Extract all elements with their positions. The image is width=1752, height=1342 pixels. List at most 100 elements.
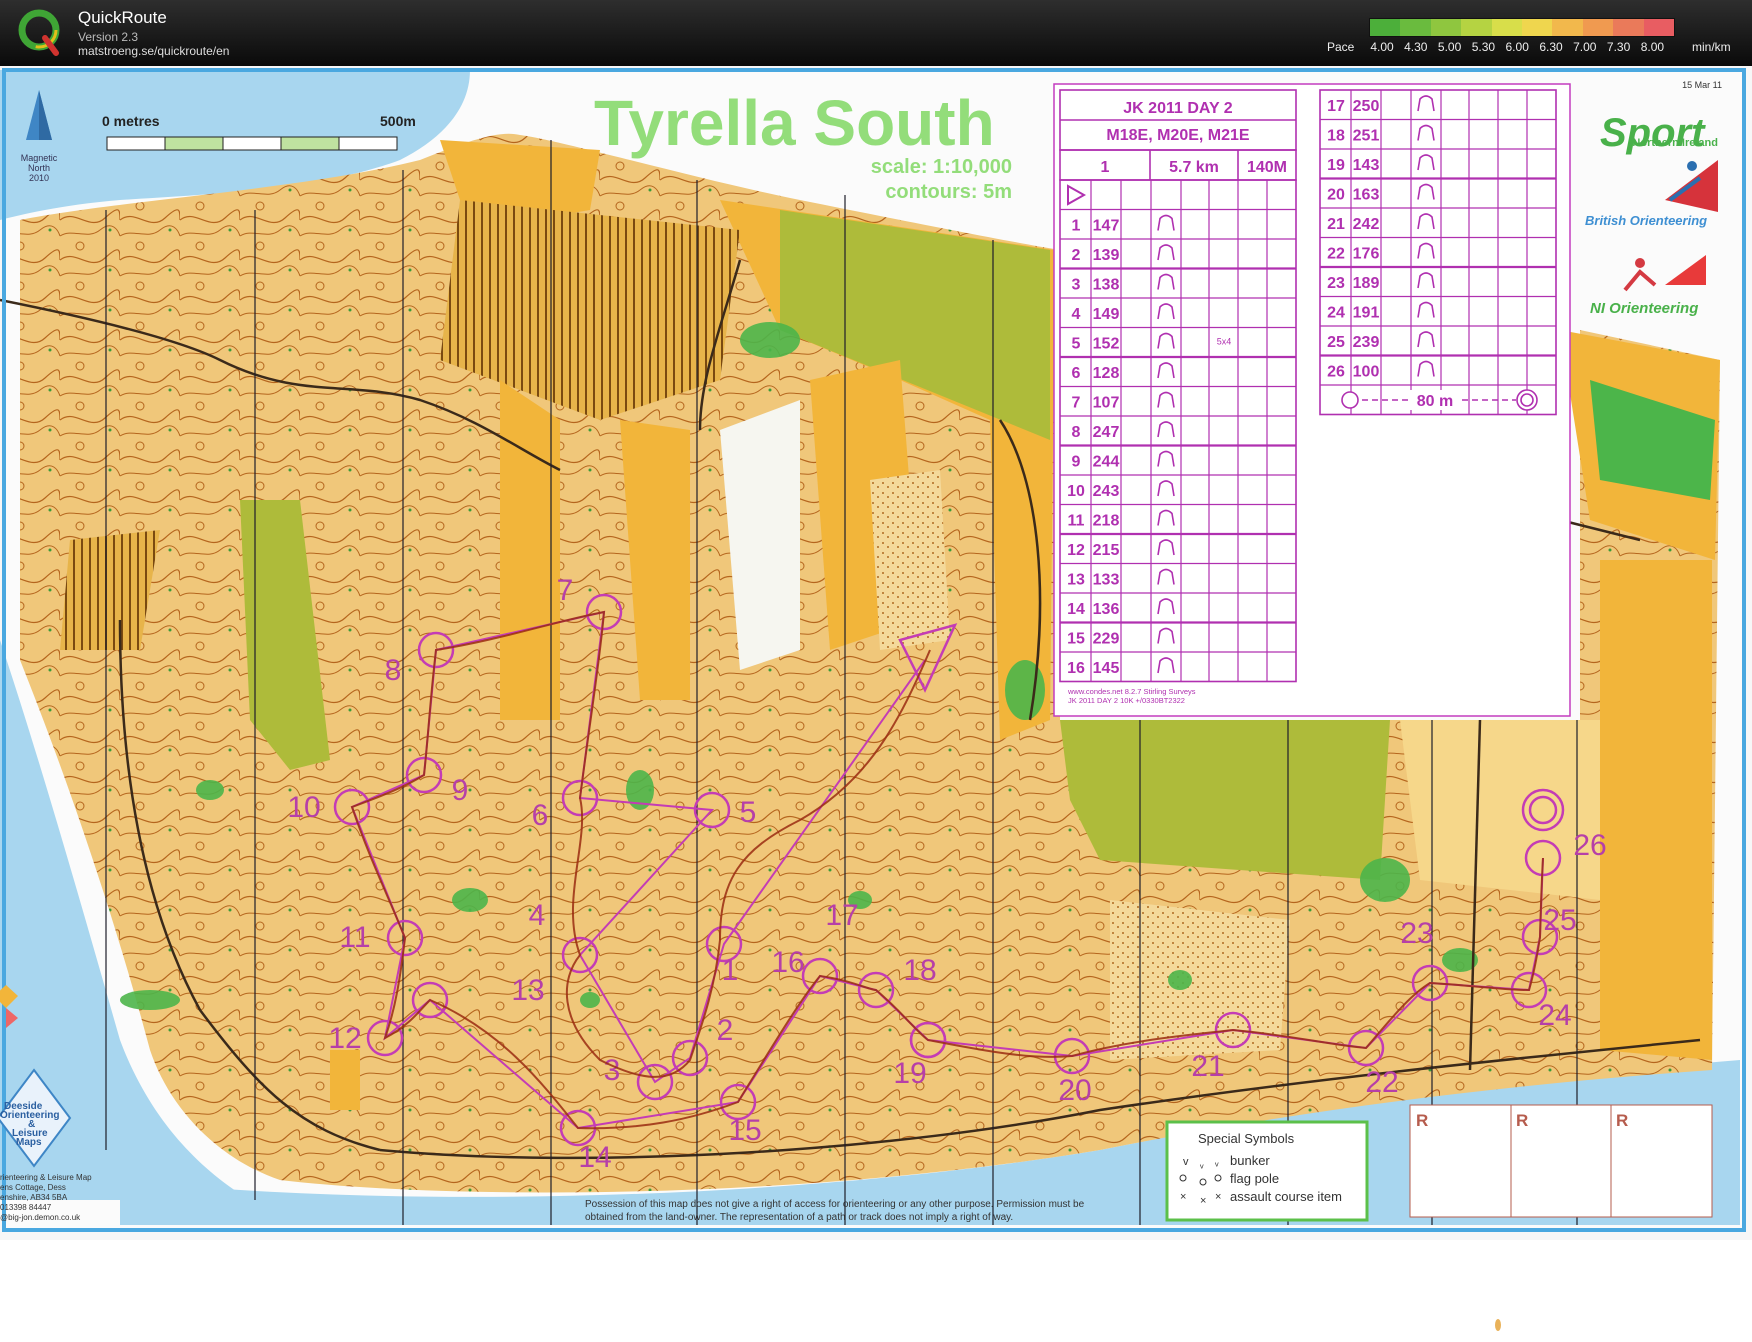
pace-tick: 7.00 [1573, 40, 1597, 54]
desc-control-number: 14 [1067, 601, 1085, 618]
desc-control-code: 149 [1093, 306, 1120, 323]
desc-control-code: 143 [1353, 157, 1380, 174]
svg-text:ᵥ: ᵥ [1214, 1157, 1219, 1169]
desc-control-number: 22 [1327, 246, 1345, 263]
app-version: Version 2.3 [78, 30, 139, 44]
desc-climb: 140M [1247, 159, 1287, 176]
pace-tick: 6.30 [1539, 40, 1563, 54]
desc-control-number: 25 [1327, 334, 1345, 351]
desc-finish-distance: 80 m [1417, 393, 1453, 410]
control-description-sheet: M18E, M20E, M21E1 5.7 km 140M1 1472 1393 1384… [1053, 83, 1571, 717]
map-canvas[interactable]: Magnetic North 2010 0 metres 500m Tyrell… [0, 66, 1752, 1342]
map-contours: contours: 5m [885, 181, 1012, 203]
control-number: 9 [452, 774, 469, 807]
pace-tick: 4.30 [1404, 40, 1428, 54]
control-number: 26 [1573, 829, 1606, 862]
r-label-3: R [1616, 1111, 1628, 1130]
pace-color-swatch [1370, 19, 1401, 36]
control-number: 14 [578, 1141, 611, 1174]
control-number: 3 [604, 1054, 621, 1087]
control-number: 22 [1365, 1066, 1398, 1099]
north-label-3: 2010 [29, 173, 49, 183]
desc-control-code: 251 [1353, 128, 1380, 145]
desc-control-code: 152 [1093, 336, 1120, 353]
special-title: Special Symbols [1198, 1131, 1295, 1146]
desc-control-number: 18 [1327, 128, 1345, 145]
pace-color-swatch [1613, 19, 1644, 36]
desc-control-code: 139 [1093, 247, 1120, 264]
pace-color-swatch [1522, 19, 1553, 36]
control-number: 12 [328, 1022, 361, 1055]
pace-unit: min/km [1692, 40, 1731, 54]
desc-control-number: 9 [1072, 454, 1081, 471]
map-title: Tyrella South [594, 87, 995, 159]
desc-event: JK 2011 DAY 2 [1123, 100, 1233, 117]
control-number: 8 [385, 654, 402, 687]
desc-control-code: 147 [1093, 218, 1120, 235]
desc-course: 1 [1101, 159, 1110, 176]
control-number: 2 [717, 1014, 734, 1047]
pace-color-swatch [1461, 19, 1492, 36]
control-number: 23 [1400, 917, 1433, 950]
desc-classes: M18E, M20E, M21E [1106, 127, 1250, 144]
desc-control-number: 19 [1327, 157, 1345, 174]
map-date: 15 Mar 11 [1682, 80, 1722, 90]
deeside-address-line: 013398 84447 [0, 1203, 52, 1212]
desc-control-number: 12 [1067, 542, 1085, 559]
desc-control-code: 218 [1093, 513, 1120, 530]
desc-control-code: 107 [1093, 395, 1120, 412]
desc-control-number: 15 [1067, 631, 1085, 648]
desc-control-number: 17 [1327, 98, 1345, 115]
pace-tick: 6.00 [1505, 40, 1529, 54]
desc-control-number: 6 [1072, 365, 1081, 382]
pace-ticks: 4.00 4.30 5.00 5.30 6.00 6.30 7.00 7.30 8.00 [1352, 40, 1707, 56]
deeside-address-line: ens Cottage, Dess [0, 1183, 66, 1192]
desc-control-number: 4 [1072, 306, 1081, 323]
control-number: 13 [511, 974, 544, 1007]
desc-control-code: 244 [1093, 454, 1120, 471]
pace-tick: 4.00 [1370, 40, 1394, 54]
scalebar-end: 500m [380, 113, 416, 129]
north-label-1: Magnetic [21, 153, 58, 163]
desc-control-number: 16 [1067, 660, 1085, 677]
control-number: 15 [728, 1114, 761, 1147]
orienteering-map[interactable]: Magnetic North 2010 0 metres 500m Tyrell… [0, 66, 1752, 1342]
pace-color-swatch [1400, 19, 1431, 36]
app-url[interactable]: matstroeng.se/quickroute/en [78, 44, 229, 58]
control-number: 10 [287, 791, 320, 824]
desc-control-code: 250 [1353, 98, 1380, 115]
control-number: 19 [893, 1057, 926, 1090]
desc-control-number: 7 [1072, 395, 1081, 412]
control-number: 17 [825, 899, 858, 932]
control-number: 25 [1543, 904, 1576, 937]
desc-control-code: 247 [1093, 424, 1120, 441]
svg-text:×: × [1180, 1191, 1186, 1203]
special-symbols-legend: Special Symbols v ᵥ ᵥ bunker flag pole ×… [1165, 1120, 1369, 1222]
control-number: 1 [722, 954, 739, 987]
north-label-2: North [28, 163, 50, 173]
desc-control-code: 136 [1093, 601, 1120, 618]
pace-tick: 5.00 [1437, 40, 1462, 54]
desc-control-code: 138 [1093, 277, 1120, 294]
desc-control-code: 243 [1093, 483, 1120, 500]
desc-control-number: 11 [1068, 513, 1085, 530]
desc-control-number: 5 [1072, 336, 1081, 353]
desc-control-code: 215 [1093, 542, 1120, 559]
desc-control-number: 21 [1327, 216, 1345, 233]
deeside-address-line: @big-jon.demon.co.uk [0, 1213, 81, 1222]
pace-color-swatch [1582, 19, 1614, 36]
finish-start-icon [1341, 391, 1359, 409]
special-flagpole: flag pole [1230, 1171, 1279, 1186]
pace-tick: 7.30 [1606, 40, 1631, 54]
control-number: 7 [557, 574, 574, 607]
svg-text:×: × [1215, 1191, 1221, 1203]
desc-dimension: 5x4 [1217, 337, 1232, 347]
control-number: 20 [1058, 1074, 1091, 1107]
desc-control-number: 3 [1072, 277, 1081, 294]
desc-control-code: 229 [1093, 631, 1120, 648]
desc-control-number: 24 [1327, 305, 1345, 322]
control-number: 4 [529, 899, 546, 932]
desc-control-code: 191 [1353, 305, 1380, 322]
title-bar: QuickRoute Version 2.3 matstroeng.se/qui… [0, 0, 1752, 66]
desc-control-code: 100 [1353, 364, 1380, 381]
